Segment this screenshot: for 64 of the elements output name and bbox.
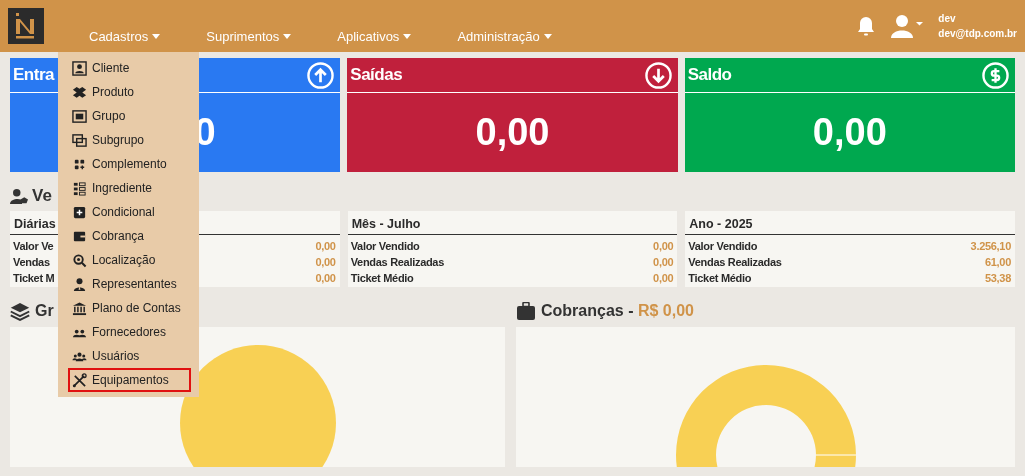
row-value: 0,00 bbox=[653, 256, 674, 268]
card-title: Entra bbox=[13, 65, 54, 85]
caret-icon bbox=[543, 33, 552, 39]
menu-item[interactable]: Produto bbox=[68, 80, 191, 104]
row-value: 0,00 bbox=[653, 240, 674, 252]
chart-heading: Gr bbox=[35, 302, 54, 320]
menu-item[interactable]: Subgrupo bbox=[68, 128, 191, 152]
person-card-icon bbox=[72, 60, 87, 76]
row-value: 3.256,10 bbox=[970, 240, 1011, 252]
menu-item[interactable]: Cliente bbox=[68, 56, 191, 80]
menu-item[interactable]: Fornecedores bbox=[68, 320, 191, 344]
menu-item[interactable]: Plano de Contas bbox=[68, 296, 191, 320]
dollar-circle-icon bbox=[982, 61, 1009, 89]
row-value: 0,00 bbox=[315, 272, 336, 284]
menu-item[interactable]: Equipamentos bbox=[68, 368, 191, 392]
row-value: 0,00 bbox=[315, 240, 336, 252]
menu-item[interactable]: Complemento bbox=[68, 152, 191, 176]
plus-square-icon bbox=[72, 204, 87, 220]
briefcase-icon bbox=[516, 302, 536, 320]
row-label: Ticket M bbox=[13, 272, 55, 284]
card-title: Saídas bbox=[350, 65, 403, 85]
caret-icon bbox=[152, 33, 161, 39]
menu-item[interactable]: Grupo bbox=[68, 104, 191, 128]
row-value: 0,00 bbox=[315, 256, 336, 268]
row-value: 53,38 bbox=[984, 272, 1011, 284]
row-label: Valor Vendido bbox=[350, 240, 420, 252]
section-heading: Ve bbox=[32, 186, 52, 206]
row-value: 0,00 bbox=[653, 272, 674, 284]
tools-icon bbox=[72, 372, 87, 388]
card-title: Saldo bbox=[687, 65, 732, 85]
menu-item[interactable]: Representantes bbox=[68, 272, 191, 296]
caret-icon bbox=[283, 33, 292, 39]
menu-item[interactable]: Ingrediente bbox=[68, 176, 191, 200]
chart-heading: Cobranças - R$ 0,00 bbox=[541, 302, 694, 320]
frame-icon bbox=[72, 108, 87, 124]
person-tie-icon bbox=[72, 276, 87, 292]
arrow-up-circle-icon bbox=[307, 61, 335, 89]
row-label: Valor Ve bbox=[13, 240, 54, 252]
row-label: Ticket Médio bbox=[688, 272, 752, 284]
row-label: Vendas bbox=[13, 256, 50, 268]
user-menu-button[interactable] bbox=[890, 14, 925, 38]
magnifier-icon bbox=[72, 252, 87, 268]
row-label: Ticket Médio bbox=[350, 272, 414, 284]
frames-icon bbox=[72, 132, 87, 148]
panel-title: Mês - Julho bbox=[347, 213, 678, 235]
layers-icon bbox=[10, 301, 30, 321]
card-value: 0,00 bbox=[812, 111, 887, 154]
bell-icon[interactable] bbox=[856, 15, 877, 37]
row-label: Vendas Realizadas bbox=[688, 256, 782, 268]
menu-item[interactable]: Usuários bbox=[68, 344, 191, 368]
user-email: dev@tdp.com.br bbox=[938, 28, 1017, 39]
menu-item[interactable]: Localização bbox=[68, 248, 191, 272]
user-name: dev bbox=[938, 13, 957, 24]
row-label: Valor Vendido bbox=[688, 240, 758, 252]
card-value: 0,00 bbox=[475, 111, 550, 154]
row-value: 61,00 bbox=[984, 256, 1011, 268]
panel-title: Ano - 2025 bbox=[685, 213, 1015, 235]
list-icon bbox=[72, 180, 87, 196]
arrow-down-circle-icon bbox=[644, 61, 672, 89]
row-label: Vendas Realizadas bbox=[350, 256, 444, 268]
bank-icon bbox=[72, 300, 87, 316]
caret-icon bbox=[403, 33, 412, 39]
person-tag-icon bbox=[10, 187, 28, 205]
logo-icon[interactable] bbox=[8, 8, 44, 44]
